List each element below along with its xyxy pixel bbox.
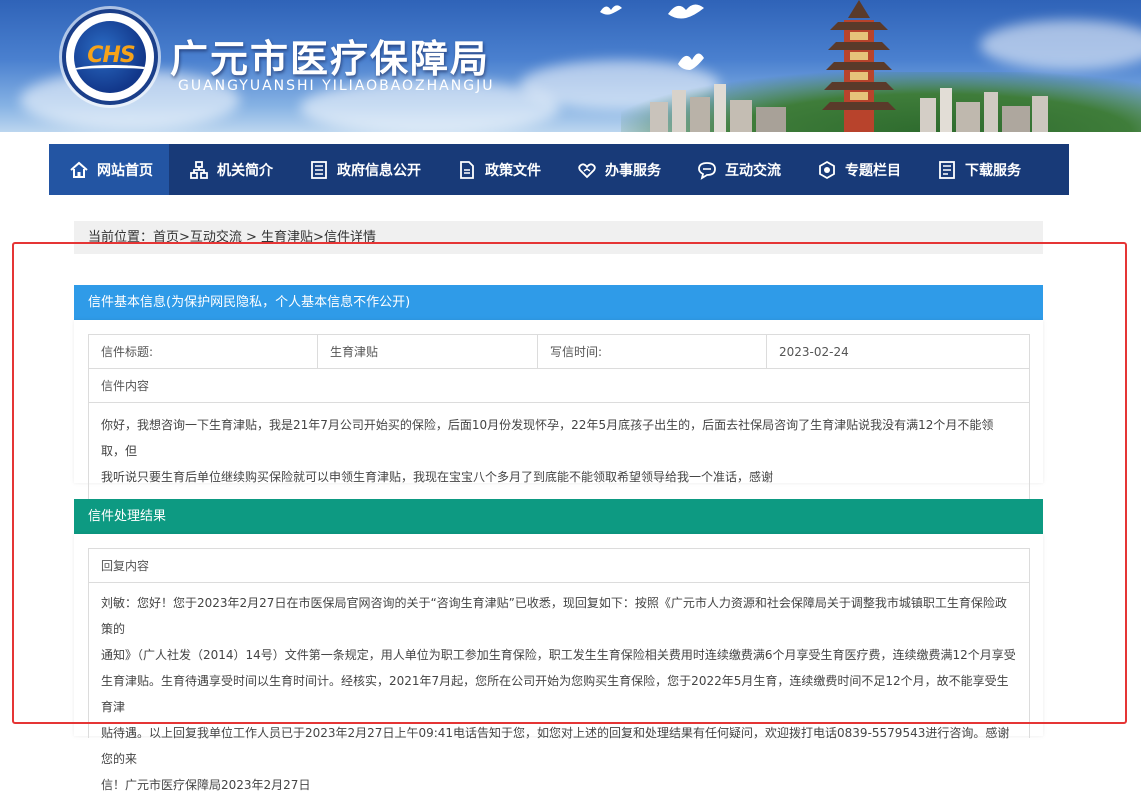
nav-item-home[interactable]: 网站首页 bbox=[49, 144, 169, 195]
logo-swoosh bbox=[74, 65, 146, 79]
letter-date-value: 2023-02-24 bbox=[779, 344, 849, 359]
reply-line: 贴待遇。以上回复我单位工作人员已于2023年2月27日上午09:41电话告知于您… bbox=[101, 726, 1010, 766]
logo-emblem: CHS bbox=[74, 21, 146, 93]
dove-icon bbox=[668, 4, 704, 19]
letter-title-value: 生育津贴 bbox=[318, 335, 538, 368]
nav-item-gov-info[interactable]: 政府信息公开 bbox=[289, 144, 437, 195]
table-row: 回复内容 bbox=[89, 549, 1029, 583]
service-icon bbox=[577, 160, 597, 180]
dove-icon bbox=[678, 53, 704, 70]
nav-label: 网站首页 bbox=[97, 162, 153, 179]
nav-label: 机关简介 bbox=[217, 162, 273, 179]
nav-label: 政策文件 bbox=[485, 162, 541, 179]
letter-content-line: 你好，我想咨询一下生育津贴，我是21年7月公司开始买的保险，后面10月份发现怀孕… bbox=[101, 418, 994, 458]
reply-line: 信！广元市医疗保障局2023年2月27日 bbox=[101, 778, 311, 792]
pagoda-tower-image bbox=[822, 0, 896, 132]
main-nav: 网站首页 机关简介 政府信息公开 政策文件 办事服务 互动交流 专题栏目 下载服… bbox=[49, 144, 1069, 195]
site-subtitle: GUANGYUANSHI YILIAOBAOZHANGJU bbox=[178, 78, 495, 94]
table-row: 刘敏：您好！您于2023年2月27日在市医保局官网咨询的关于“咨询生育津贴”已收… bbox=[89, 583, 1029, 810]
site-logo[interactable]: CHS bbox=[62, 9, 158, 105]
letter-info-heading: 信件基本信息(为保护网民隐私，个人基本信息不作公开) bbox=[74, 285, 1043, 320]
nav-item-interaction[interactable]: 互动交流 bbox=[677, 144, 797, 195]
reply-line: 刘敏：您好！您于2023年2月27日在市医保局官网咨询的关于“咨询生育津贴”已收… bbox=[101, 596, 1007, 636]
letter-content-label: 信件内容 bbox=[101, 379, 150, 393]
nav-label: 下载服务 bbox=[965, 162, 1021, 179]
reply-line: 生育津贴。生育待遇享受时间以生育时间计。经核实，2021年7月起，您所在公司开始… bbox=[101, 674, 1009, 714]
table-row: 信件标题: 生育津贴 写信时间: 2023-02-24 bbox=[89, 335, 1029, 369]
nav-item-services[interactable]: 办事服务 bbox=[557, 144, 677, 195]
reply-line: 通知》（广人社发（2014）14号）文件第一条规定，用人单位为职工参加生育保险，… bbox=[101, 648, 1016, 662]
letter-date-label: 写信时间: bbox=[538, 335, 767, 368]
nav-item-policy[interactable]: 政策文件 bbox=[437, 144, 557, 195]
dove-icon bbox=[600, 5, 622, 15]
nav-item-about[interactable]: 机关简介 bbox=[169, 144, 289, 195]
file-icon bbox=[457, 160, 477, 180]
table-row: 信件内容 bbox=[89, 369, 1029, 403]
result-table: 回复内容 刘敏：您好！您于2023年2月27日在市医保局官网咨询的关于“咨询生育… bbox=[88, 548, 1030, 792]
letter-title-label: 信件标题: bbox=[89, 335, 318, 368]
letter-info-table: 信件标题: 生育津贴 写信时间: 2023-02-24 信件内容 你好，我想咨询… bbox=[88, 334, 1030, 503]
nav-item-topics[interactable]: 专题栏目 bbox=[797, 144, 917, 195]
org-chart-icon bbox=[189, 160, 209, 180]
letter-content-line: 我听说只要生育后单位继续购买保险就可以申领生育津贴，我现在宝宝八个多月了到底能不… bbox=[101, 470, 774, 484]
breadcrumb[interactable]: 当前位置：首页>互动交流 > 生育津贴>信件详情 bbox=[74, 221, 1043, 254]
topic-icon bbox=[817, 160, 837, 180]
nav-label: 专题栏目 bbox=[845, 162, 901, 179]
document-list-icon bbox=[309, 160, 329, 180]
nav-label: 办事服务 bbox=[605, 162, 661, 179]
nav-label: 互动交流 bbox=[725, 162, 781, 179]
letter-content-text: 你好，我想咨询一下生育津贴，我是21年7月公司开始买的保险，后面10月份发现怀孕… bbox=[89, 403, 1029, 502]
result-heading: 信件处理结果 bbox=[74, 499, 1043, 534]
table-row: 你好，我想咨询一下生育津贴，我是21年7月公司开始买的保险，后面10月份发现怀孕… bbox=[89, 403, 1029, 502]
site-banner: CHS 广元市医疗保障局 GUANGYUANSHI YILIAOBAOZHANG… bbox=[0, 0, 1141, 132]
download-doc-icon bbox=[937, 160, 957, 180]
site-title: 广元市医疗保障局 bbox=[170, 36, 491, 81]
nav-item-download[interactable]: 下载服务 bbox=[917, 144, 1037, 195]
reply-content-text: 刘敏：您好！您于2023年2月27日在市医保局官网咨询的关于“咨询生育津贴”已收… bbox=[89, 583, 1029, 810]
nav-label: 政府信息公开 bbox=[337, 162, 421, 179]
reply-content-label: 回复内容 bbox=[101, 559, 150, 573]
home-icon bbox=[69, 160, 89, 180]
chat-bubble-icon bbox=[697, 160, 717, 180]
